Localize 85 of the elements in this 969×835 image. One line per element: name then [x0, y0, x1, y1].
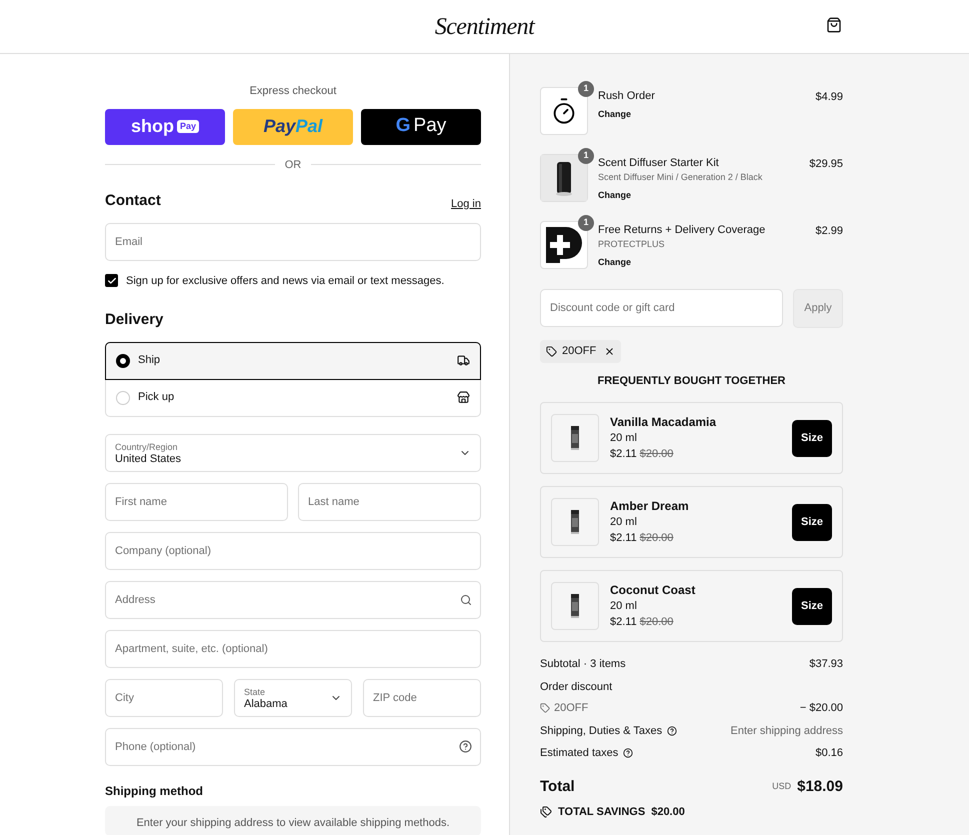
city-field[interactable]: City [105, 678, 223, 716]
tags-icon [540, 806, 552, 818]
product-name: Free Returns + Delivery Coverage [598, 223, 766, 237]
zip-code-field[interactable]: ZIP code [363, 678, 481, 716]
product-variant: PROTECTPLUS [598, 238, 666, 251]
section-heading: Delivery [105, 310, 164, 330]
email-field[interactable]: Email [105, 222, 481, 260]
apply-button[interactable]: Apply [793, 289, 843, 328]
summary-value: $0.16 [815, 746, 843, 761]
product-price: $2.99 [815, 224, 843, 239]
tag-icon [546, 346, 557, 357]
product-name: Scent Diffuser Starter Kit [598, 156, 720, 170]
search-icon [460, 594, 472, 606]
summary-label: Order discount [540, 680, 612, 694]
summary-label: Subtotal · 3 items [540, 657, 626, 672]
newsletter-label: Sign up for exclusive offers and news via email or text messages. [126, 274, 444, 288]
size-button[interactable]: Size [792, 588, 832, 624]
section-heading: Contact [105, 191, 161, 211]
original-price: $20.00 [640, 447, 674, 462]
sale-price: $2.11 [610, 615, 637, 630]
product-price: $29.95 [809, 157, 843, 172]
change-link[interactable]: Change [598, 107, 632, 121]
delivery-option[interactable]: Ship [105, 342, 481, 380]
product-name: Rush Order [598, 89, 656, 103]
product-price: $4.99 [815, 90, 843, 105]
discount-tag: 20OFF [540, 340, 622, 362]
quantity-badge: 1 [578, 81, 594, 97]
last-name-field[interactable]: Last name [298, 482, 481, 520]
address-field[interactable]: Address [105, 580, 481, 618]
summary-value: $37.93 [809, 657, 843, 672]
shop-pay-button[interactable]: shop Pay [105, 108, 225, 144]
phone-field[interactable]: Phone (optional) [105, 728, 481, 766]
help-icon [459, 740, 472, 753]
summary-label: Shipping, Duties & Taxes [540, 724, 662, 738]
total-value: $18.09 [797, 776, 843, 796]
savings-label: TOTAL SAVINGS [558, 805, 646, 820]
help-icon[interactable] [667, 726, 678, 736]
original-price: $20.00 [640, 615, 674, 630]
quantity-badge: 1 [578, 148, 594, 164]
logo[interactable]: Scentiment [434, 8, 534, 44]
product-name: Vanilla Macadamia [610, 414, 718, 430]
change-link[interactable]: Change [598, 188, 632, 202]
quantity-badge: 1 [578, 215, 594, 231]
total-label: Total [540, 776, 575, 796]
discount-code: 20OFF [554, 701, 588, 716]
change-link[interactable]: Change [598, 255, 632, 269]
sale-price: $2.11 [610, 531, 637, 546]
sale-price: $2.11 [610, 447, 637, 462]
radio-button[interactable] [116, 354, 130, 368]
summary-value: − $20.00 [800, 701, 843, 716]
help-icon[interactable] [623, 748, 634, 758]
or-divider-label: OR [284, 158, 302, 172]
product-size: 20 ml [610, 599, 638, 614]
summary-label: Estimated taxes [540, 746, 618, 761]
summary-value: Enter shipping address [730, 724, 843, 738]
section-heading: FREQUENTLY BOUGHT TOGETHER [596, 374, 787, 388]
product-variant: Scent Diffuser Mini / Generation 2 / Black [598, 171, 764, 184]
savings-value: $20.00 [651, 805, 685, 820]
apartment-field[interactable]: Apartment, suite, etc. (optional) [105, 630, 481, 668]
truck-icon [457, 354, 470, 367]
section-heading: Shipping method [105, 782, 204, 800]
express-checkout-label: Express checkout [250, 84, 336, 99]
product-name: Amber Dream [610, 498, 690, 514]
tag-icon [540, 703, 550, 714]
log-in-link[interactable]: Log in [451, 196, 481, 212]
product-size: 20 ml [610, 515, 638, 530]
currency-label: USD [772, 780, 792, 793]
product-name: Coconut Coast [610, 582, 696, 598]
close-icon[interactable] [604, 346, 616, 357]
google-pay-button[interactable]: G Pay [361, 108, 481, 144]
size-button[interactable]: Size [792, 504, 832, 540]
first-name-field[interactable]: First name [105, 482, 288, 520]
size-button[interactable]: Size [792, 420, 832, 456]
product-size: 20 ml [610, 431, 638, 446]
store-icon [457, 391, 470, 404]
checkbox[interactable] [105, 274, 118, 288]
country-select[interactable]: Country/Region United States [105, 434, 481, 472]
company-field[interactable]: Company (optional) [105, 532, 481, 570]
shipping-notice: Enter your shipping address to view available shipping methods. [105, 806, 481, 835]
shopping-bag-icon[interactable] [826, 17, 842, 33]
paypal-button[interactable]: PayPal [233, 108, 353, 144]
delivery-option[interactable]: Pick up [105, 378, 481, 416]
original-price: $20.00 [640, 531, 674, 546]
state-select[interactable]: State Alabama [234, 678, 352, 716]
discount-code-field[interactable]: Discount code or gift card [540, 289, 783, 327]
